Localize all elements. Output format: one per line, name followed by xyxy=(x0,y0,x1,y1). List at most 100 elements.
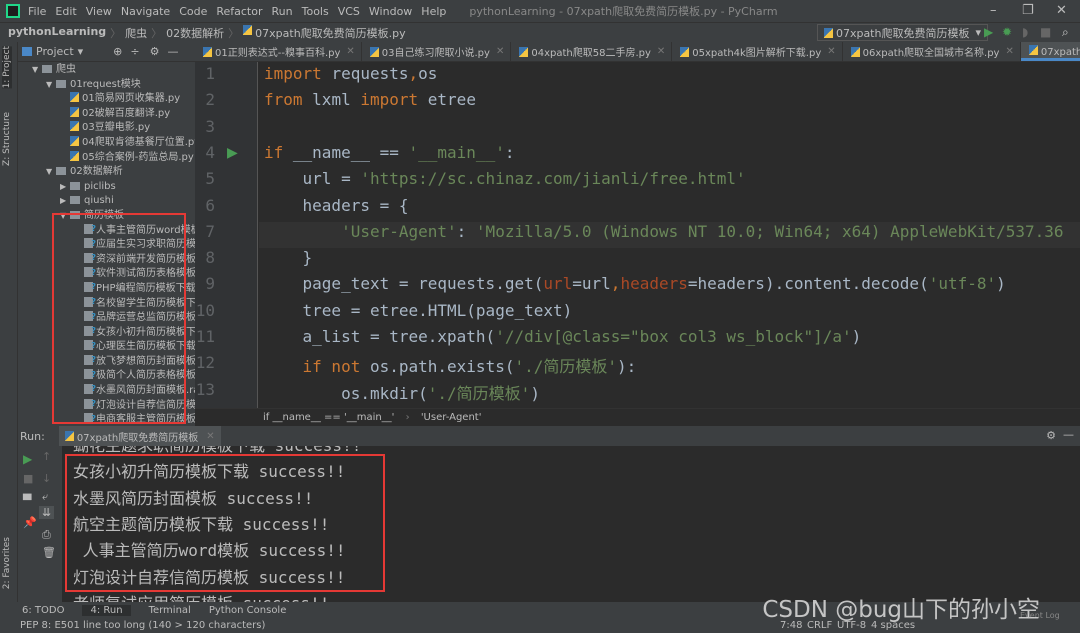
code-token: ) xyxy=(530,383,540,403)
gear-icon[interactable]: ⚙ xyxy=(150,45,160,58)
soft-wrap-icon[interactable]: ⤶ xyxy=(42,490,48,504)
pin-icon[interactable]: 📌 xyxy=(23,516,37,529)
minimize-button[interactable]: – xyxy=(990,3,997,18)
python-icon xyxy=(519,46,529,57)
debug-icon[interactable]: ✹ xyxy=(1002,25,1012,39)
bottom-tab-2[interactable]: 4: Run xyxy=(82,605,131,616)
tab-2[interactable]: 03自己练习爬取小说.py ✕ xyxy=(362,42,512,61)
menu-edit[interactable]: Edit xyxy=(55,5,76,18)
bottom-tab-4[interactable]: Python Console xyxy=(209,605,287,616)
print-icon[interactable]: ⎙ xyxy=(42,528,51,542)
menu-help[interactable]: Help xyxy=(421,5,446,18)
tree-item[interactable]: ▼ 01request模块 xyxy=(18,78,195,93)
breadcrumb-item[interactable]: 02数据解析 xyxy=(166,25,224,41)
collapse-icon[interactable]: ÷ xyxy=(130,45,139,58)
menu-code[interactable]: Code xyxy=(179,5,207,18)
python-icon xyxy=(850,46,860,57)
expand-arrow-icon[interactable]: ▼ xyxy=(32,63,42,78)
code-token: headers = { xyxy=(264,195,409,215)
expand-arrow-icon[interactable]: ▼ xyxy=(46,78,56,93)
up-arrow-icon[interactable]: ↑ xyxy=(42,450,51,463)
run-gutter-icon[interactable]: ▶ xyxy=(227,145,238,161)
tab-label: 07xpath爬取免费简历模板.py xyxy=(1040,46,1080,58)
tab-1[interactable]: 01正则表达式--糗事百科.py ✕ xyxy=(195,42,362,61)
python-file-icon xyxy=(70,106,79,117)
code-token: a_list = tree.xpath( xyxy=(264,327,496,346)
favorites-tool-tab[interactable]: 2: Favorites xyxy=(2,537,12,589)
menu-view[interactable]: View xyxy=(86,5,112,18)
tab-3[interactable]: 04xpath爬取58二手房.py ✕ xyxy=(511,42,673,61)
code-editor[interactable]: 12345678910111213▶💡 import requests,osfr… xyxy=(195,62,1080,408)
run-tab[interactable]: 07xpath爬取免费简历模板 ✕ xyxy=(58,426,221,446)
restore-button[interactable]: ❐ xyxy=(1022,3,1034,18)
run-icon[interactable]: ▶ xyxy=(984,25,993,39)
watermark: CSDN @bug山下的孙小空 xyxy=(762,597,1040,623)
coverage-icon[interactable]: ◗ xyxy=(1022,25,1028,39)
tab-5[interactable]: 06xpath爬取全国城市名称.py ✕ xyxy=(843,42,1021,61)
locate-icon[interactable]: ⊕ xyxy=(113,45,122,58)
folder-icon xyxy=(70,181,80,190)
stop-icon[interactable]: ■ xyxy=(23,472,33,485)
bottom-tab-1[interactable]: 6: TODO xyxy=(22,605,64,616)
tree-item[interactable]: 01简易网页收集器.py xyxy=(18,92,195,107)
tree-item[interactable]: 02破解百度翻译.py xyxy=(18,106,195,122)
tree-item[interactable]: 04爬取肯德基餐厅位置.py xyxy=(18,135,195,151)
breadcrumb-item[interactable]: 07xpath爬取免费简历模板.py xyxy=(255,25,406,41)
minimize-panel-icon[interactable]: — xyxy=(1063,428,1074,441)
collapse-arrow-icon[interactable]: ▶ xyxy=(60,180,70,195)
rerun-icon[interactable]: ▶ xyxy=(23,452,32,466)
close-tab-icon[interactable]: ✕ xyxy=(1005,46,1013,57)
layout-icon[interactable]: ▀ xyxy=(23,494,31,507)
code-token: '__main__' xyxy=(408,142,505,162)
run-config-selector[interactable]: 07xpath爬取免费简历模板 ▾ xyxy=(816,24,988,41)
menu-tools[interactable]: Tools xyxy=(302,5,329,18)
breadcrumb-item[interactable]: 爬虫 xyxy=(125,25,147,41)
project-icon xyxy=(22,47,32,56)
hide-icon[interactable]: — xyxy=(167,45,178,58)
line-number: 9 xyxy=(205,274,215,294)
search-icon[interactable]: ⌕ xyxy=(1062,25,1069,40)
menu-refactor[interactable]: Refactor xyxy=(216,5,262,18)
tree-item[interactable]: ▶ qiushi xyxy=(18,194,195,209)
close-button[interactable]: ✕ xyxy=(1056,3,1067,18)
scroll-to-end-icon[interactable]: ⇊ xyxy=(39,506,55,519)
tab-label: 04xpath爬取58二手房.py xyxy=(531,48,651,59)
bottom-tab-3[interactable]: Terminal xyxy=(149,605,191,616)
project-tool-tab[interactable]: 1: Project xyxy=(2,46,12,89)
collapse-arrow-icon[interactable]: ▶ xyxy=(60,194,70,209)
menu-vcs[interactable]: VCS xyxy=(338,5,360,18)
close-tab-icon[interactable]: ✕ xyxy=(346,46,354,57)
trash-icon[interactable]: 🗑 xyxy=(42,546,56,559)
structure-tool-tab[interactable]: Z: Structure xyxy=(2,112,12,166)
tab-6[interactable]: 07xpath爬取免费简历模板.py✕ xyxy=(1020,42,1080,61)
tree-item[interactable]: 03豆瓣电影.py xyxy=(18,121,195,136)
crumb-user-agent[interactable]: 'User-Agent' xyxy=(421,412,482,423)
breadcrumb: pythonLearning 〉爬虫〉 02数据解析〉 07xpath爬取免费简历模板… xyxy=(8,24,410,41)
close-tab-icon[interactable]: ✕ xyxy=(657,46,665,57)
expand-arrow-icon[interactable]: ▼ xyxy=(46,165,56,180)
menu-navigate[interactable]: Navigate xyxy=(121,5,170,18)
gear-icon[interactable]: ⚙ xyxy=(1046,429,1056,442)
code-line: os.mkdir('./简历模板') xyxy=(264,380,540,404)
tree-item[interactable]: ▼ 爬虫 xyxy=(18,63,195,78)
close-tab-icon[interactable]: ✕ xyxy=(496,46,504,57)
breadcrumb-item[interactable]: pythonLearning xyxy=(8,25,106,41)
code-token: from xyxy=(264,90,313,110)
menu-run[interactable]: Run xyxy=(272,5,293,18)
close-tab-icon[interactable]: ✕ xyxy=(827,46,835,57)
python-file-icon xyxy=(70,135,79,146)
menu-file[interactable]: File xyxy=(28,5,46,18)
stop-icon[interactable]: ■ xyxy=(1040,25,1051,39)
tree-item[interactable]: ▶ piclibs xyxy=(18,180,195,195)
tree-item[interactable]: ▼ 02数据解析 xyxy=(18,165,195,180)
crumb-if-main[interactable]: if __name__ == '__main__' xyxy=(263,412,394,423)
tab-4[interactable]: 05xpath4k图片解析下载.py ✕ xyxy=(672,42,843,61)
tree-item[interactable]: 05综合案例-药监总局.py xyxy=(18,150,195,166)
code-token: './简历模板' xyxy=(514,357,618,377)
project-title[interactable]: Project xyxy=(36,45,74,58)
menu-window[interactable]: Window xyxy=(369,5,412,18)
down-arrow-icon[interactable]: ↓ xyxy=(42,472,51,485)
highlight-box xyxy=(65,454,385,592)
